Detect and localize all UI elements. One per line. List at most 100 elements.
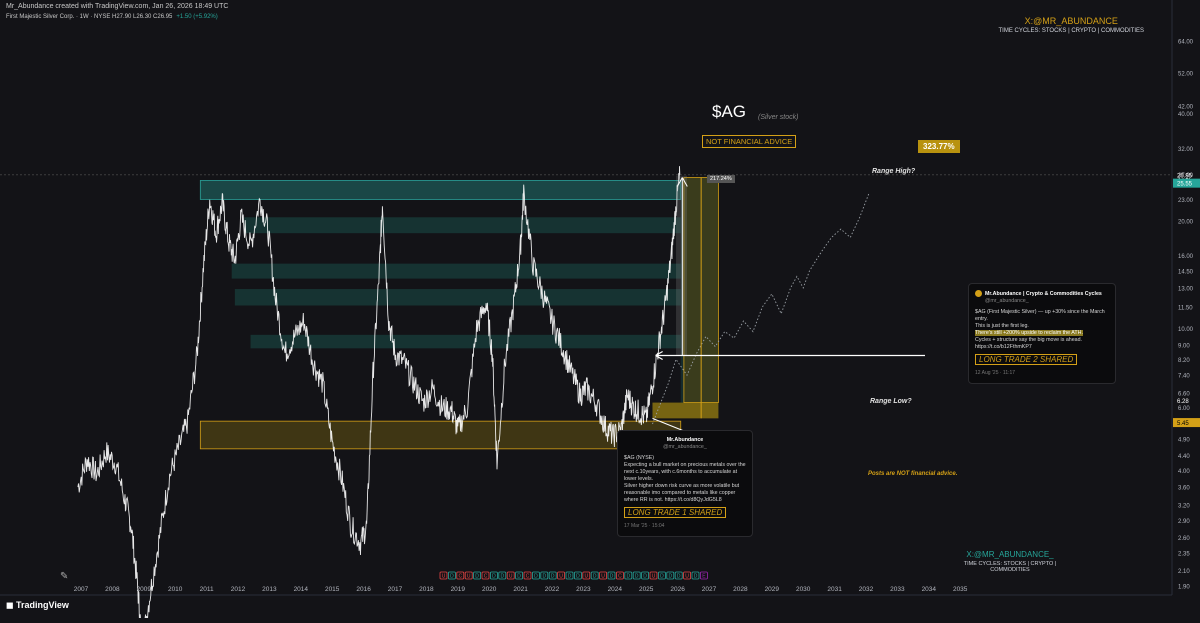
event-marker-label: D <box>551 574 555 580</box>
event-marker-label: D <box>643 574 647 580</box>
event-marker-label: C <box>618 574 622 580</box>
drawing-tool-icon[interactable]: ✎ <box>60 571 68 582</box>
year-tick-label: 2027 <box>702 586 717 593</box>
brand-tagline: TIME CYCLES: STOCKS | CRYPTO | COMMODITI… <box>963 561 1057 573</box>
event-marker-label: D <box>542 574 546 580</box>
event-marker-label: D <box>593 574 597 580</box>
year-tick-label: 2030 <box>796 586 811 593</box>
event-marker-label: D <box>534 574 538 580</box>
long-trade-label: LONG TRADE 1 SHARED <box>624 507 727 518</box>
event-marker-label: U <box>601 574 605 580</box>
price-label: 5.45 <box>1177 421 1189 427</box>
year-tick-label: 2014 <box>294 586 309 593</box>
event-marker-label: D <box>500 574 504 580</box>
price-label: 25.55 <box>1177 182 1193 188</box>
event-marker-label: U <box>685 574 689 580</box>
event-marker-label: C <box>484 574 488 580</box>
created-by-label: Mr_Abundance created with TradingView.co… <box>6 3 229 10</box>
price-tick-label: 4.00 <box>1178 469 1190 475</box>
event-marker-label: D <box>660 574 664 580</box>
price-tick-label: 11.50 <box>1178 305 1193 311</box>
year-tick-label: 2019 <box>451 586 466 593</box>
range-high-label: Range High? <box>872 168 916 175</box>
price-tick-label: 7.40 <box>1178 374 1190 380</box>
tweet-card-2[interactable]: Mr.Abundance | Crypto & Commodities Cycl… <box>968 283 1116 384</box>
pct-big-label: 323.77% <box>918 140 960 153</box>
price-tick-label: 2.35 <box>1178 551 1190 557</box>
year-tick-label: 2033 <box>890 586 905 593</box>
event-marker-label: D <box>492 574 496 580</box>
zone-band <box>244 217 681 234</box>
year-tick-label: 2024 <box>608 586 623 593</box>
event-marker-label: U <box>652 574 656 580</box>
event-marker-label: D <box>475 574 479 580</box>
tv-logo-icon: ◼ <box>6 600 16 610</box>
avatar <box>975 290 982 297</box>
price-tick-label: 40.00 <box>1178 112 1194 118</box>
price-tick-label: 3.60 <box>1178 485 1190 491</box>
price-tick-label: 42.00 <box>1178 105 1194 111</box>
event-marker-label: C <box>458 574 462 580</box>
tweet-author: Mr.Abundance | Crypto & Commodities Cycl… <box>985 290 1102 297</box>
event-marker-label: D <box>576 574 580 580</box>
ticker-subtitle: (Silver stock) <box>758 114 799 121</box>
tradingview-logo: ◼ TradingView <box>6 600 69 611</box>
price-tick-label: 32.00 <box>1178 147 1194 153</box>
price-tick-label: 14.50 <box>1178 269 1194 275</box>
price-tick-label: 9.00 <box>1178 343 1190 349</box>
price-tick-label: 6.00 <box>1178 406 1190 412</box>
year-tick-label: 2023 <box>576 586 591 593</box>
brand-top: X:@MR_ABUNDANCE TIME CYCLES: STOCKS | CR… <box>999 16 1144 34</box>
brand-bottom: X:@MR_ABUNDANCE_ TIME CYCLES: STOCKS | C… <box>960 550 1060 573</box>
symbol-line: First Majestic Silver Corp. · 1W · NYSE … <box>6 14 173 20</box>
ticker-title: $AG <box>712 102 747 121</box>
brand-handle: X:@MR_ABUNDANCE_ <box>966 550 1054 559</box>
price-tick-label: 64.00 <box>1178 39 1194 45</box>
price-tick-label: 52.00 <box>1178 72 1194 78</box>
price-tick-label: 2.10 <box>1178 569 1190 575</box>
price-tick-label: 2.60 <box>1178 536 1190 542</box>
measure-box <box>676 175 688 356</box>
posts-disclaimer: Posts are NOT financial advice. <box>868 471 958 477</box>
year-tick-label: 2028 <box>733 586 748 593</box>
year-tick-label: 2015 <box>325 586 340 593</box>
event-marker-label: D <box>694 574 698 580</box>
tweet-handle: @mr_abundance_ <box>985 297 1029 304</box>
event-marker-label: U <box>509 574 513 580</box>
tweet-card-1[interactable]: Mr.Abundance @mr_abundance_ $AG (NYSE) E… <box>617 430 753 537</box>
zone-band <box>234 289 681 306</box>
price-tick-label: 3.20 <box>1178 504 1190 510</box>
price-label: 6.28 <box>1177 399 1189 405</box>
event-marker-label: D <box>517 574 521 580</box>
year-tick-label: 2011 <box>200 586 214 593</box>
price-tick-label: 4.40 <box>1178 454 1190 460</box>
zone-target-gold <box>652 402 719 419</box>
price-change: +1.50 (+5.92%) <box>176 14 218 20</box>
tweet-body: $AG (NYSE) Expecting a bull market on pr… <box>624 455 746 503</box>
nfa-label: NOT FINANCIAL ADVICE <box>702 135 797 148</box>
event-marker-label: U <box>559 574 563 580</box>
year-tick-label: 2017 <box>388 586 403 593</box>
year-tick-label: 2025 <box>639 586 654 593</box>
range-low-label: Range Low? <box>870 398 912 405</box>
long-trade-label: LONG TRADE 2 SHARED <box>975 353 1078 365</box>
year-tick-label: 2035 <box>953 586 968 593</box>
symbol-ohlc: First Majestic Silver Corp. · 1W · NYSE … <box>6 14 218 20</box>
tweet-body-a: $AG (First Majestic Silver) — up +30% si… <box>975 308 1105 329</box>
price-tick-label: 2.90 <box>1178 519 1190 525</box>
event-marker-label: D <box>610 574 614 580</box>
price-tick-label: 16.00 <box>1178 254 1194 260</box>
price-series-line <box>77 166 681 623</box>
price-tick-label: 20.00 <box>1178 220 1194 226</box>
year-tick-label: 2032 <box>859 586 874 593</box>
year-tick-label: 2022 <box>545 586 560 593</box>
year-tick-label: 2018 <box>419 586 434 593</box>
event-marker-label: D <box>677 574 681 580</box>
pct-small-label: 217.24% <box>707 175 735 183</box>
tweet-body-b: Cycles + structure say the big move is a… <box>975 336 1083 350</box>
price-tick-label: 8.20 <box>1178 358 1190 364</box>
tweet-date: 12 Aug '25 · 11:17 <box>975 369 1016 376</box>
event-marker-label: D <box>635 574 639 580</box>
price-tick-label: 6.60 <box>1178 391 1190 397</box>
year-tick-label: 2029 <box>765 586 780 593</box>
